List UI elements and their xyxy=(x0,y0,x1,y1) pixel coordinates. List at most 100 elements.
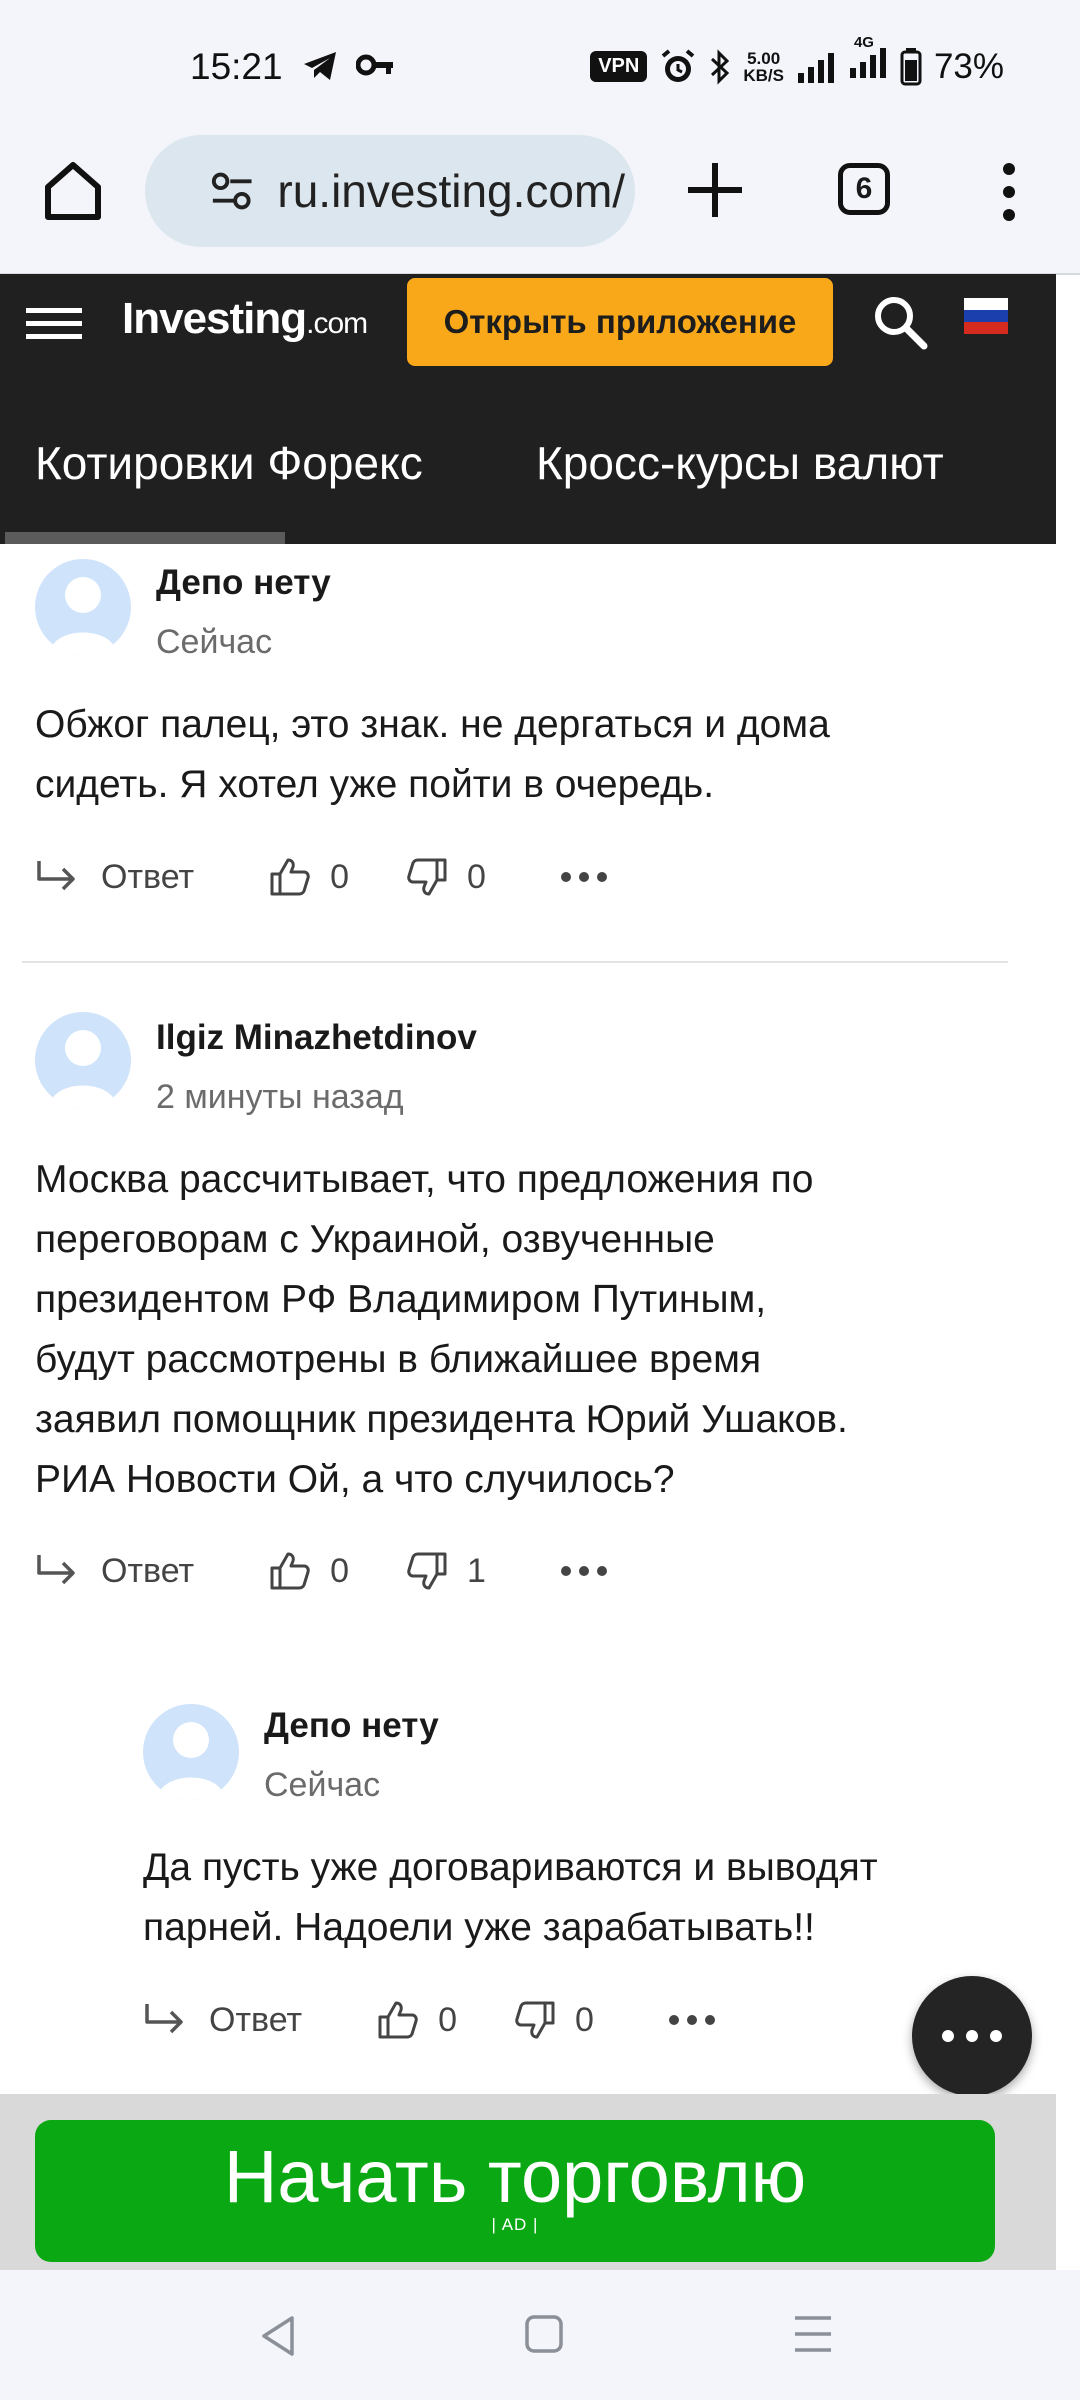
new-tab-icon[interactable] xyxy=(680,155,750,225)
more-options-icon[interactable] xyxy=(560,870,608,884)
like-count: 0 xyxy=(438,2000,457,2039)
url-text[interactable]: ru.investing.com/ xyxy=(277,164,635,218)
browser-toolbar: ru.investing.com/ 6 xyxy=(0,135,1080,275)
comment-actions: Ответ 0 0 xyxy=(143,1990,716,2050)
status-bar: 15:21 VPN 5.00 KB/S 4G 73% xyxy=(0,0,1080,135)
reply-button[interactable]: Ответ xyxy=(143,2000,302,2040)
home-square-icon[interactable] xyxy=(524,2314,564,2354)
comment-line: президентом РФ Владимиром Путиным, xyxy=(35,1278,767,1321)
key-icon xyxy=(356,54,393,76)
avatar[interactable] xyxy=(35,1012,131,1108)
cellular-4g: 4G xyxy=(848,34,888,87)
user-silhouette-icon xyxy=(49,577,117,655)
signal-icon xyxy=(797,52,834,83)
comment-divider xyxy=(22,961,1008,963)
comment-author[interactable]: Депо нету xyxy=(264,1706,439,1746)
battery-icon xyxy=(900,47,922,85)
tab-forex-quotes[interactable]: Котировки Форекс xyxy=(35,436,423,490)
status-left-icons xyxy=(302,50,394,82)
ad-tag: | AD | xyxy=(491,2215,539,2234)
more-horiz-icon xyxy=(942,2030,1002,2042)
comment-line: РИА Новости Ой, а что случилось? xyxy=(35,1458,675,1501)
speed-unit: KB/S xyxy=(743,65,784,85)
reply-button[interactable]: Ответ xyxy=(35,857,194,897)
dislike-button[interactable]: 0 xyxy=(405,856,486,898)
search-icon[interactable] xyxy=(872,294,928,350)
reply-arrow-icon xyxy=(37,861,75,891)
comment-line: сидеть. Я хотел уже пойти в очередь. xyxy=(35,763,715,806)
tab-cross-rates[interactable]: Кросс-курсы валют xyxy=(536,436,944,490)
ad-banner: Начать торговлю | AD | xyxy=(0,2094,1056,2270)
network-type: 4G xyxy=(853,34,874,51)
site-settings-icon[interactable] xyxy=(209,167,255,215)
investing-logo[interactable]: Investing.com xyxy=(122,294,368,344)
ad-start-trading-button[interactable]: Начать торговлю | AD | xyxy=(35,2120,995,2262)
dislike-button[interactable]: 1 xyxy=(405,1550,486,1592)
dislike-button[interactable]: 0 xyxy=(513,1999,594,2041)
avatar[interactable] xyxy=(35,559,131,655)
dislike-count: 1 xyxy=(466,1551,486,1590)
site-header: Investing.com Открыть приложение Котиров… xyxy=(0,274,1056,544)
network-speed: 5.00 KB/S xyxy=(743,50,784,84)
floating-more-button[interactable] xyxy=(912,1976,1032,2096)
reply-arrow-icon xyxy=(145,2004,183,2034)
reply-arrow-icon xyxy=(37,1555,75,1585)
dislike-count: 0 xyxy=(466,857,486,896)
comment-line: переговорам с Украиной, озвученные xyxy=(35,1218,715,1261)
comment-text: Москва рассчитывает, что предложения по … xyxy=(35,1150,1035,1510)
comment-line: парней. Надоели уже зарабатывать!! xyxy=(143,1906,815,1949)
address-bar[interactable]: ru.investing.com/ xyxy=(145,135,635,247)
telegram-icon xyxy=(304,52,336,80)
thumbs-up-icon xyxy=(378,2001,418,2039)
thumbs-down-icon xyxy=(407,1552,447,1590)
user-silhouette-icon xyxy=(157,1722,225,1800)
status-time: 15:21 xyxy=(190,46,283,87)
thumbs-down-icon xyxy=(515,2001,555,2039)
home-icon[interactable] xyxy=(40,157,106,223)
thumbs-up-icon xyxy=(270,858,310,896)
hamburger-menu-icon[interactable] xyxy=(26,304,82,344)
system-navigation-bar xyxy=(0,2270,1080,2400)
dislike-count: 0 xyxy=(574,2000,594,2039)
comment-author[interactable]: Депо нету xyxy=(156,563,331,603)
like-button[interactable]: 0 xyxy=(268,1550,349,1592)
comment-line: Да пусть уже договариваются и выводят xyxy=(143,1846,878,1889)
comment-text: Да пусть уже договариваются и выводят па… xyxy=(143,1838,1043,1958)
reply-button[interactable]: Ответ xyxy=(35,1551,194,1591)
alarm-icon xyxy=(662,48,695,82)
recents-menu-icon[interactable] xyxy=(792,2314,834,2354)
like-count: 0 xyxy=(330,1551,349,1590)
reply-comment: Депо нету Сейчас Да пусть уже договарива… xyxy=(0,1690,1056,2090)
avatar[interactable] xyxy=(143,1704,239,1800)
comment: Депо нету Сейчас Обжог палец, это знак. … xyxy=(0,545,1056,965)
comment-time: 2 минуты назад xyxy=(156,1078,404,1116)
status-right-icons: VPN 5.00 KB/S 4G 73% xyxy=(590,34,1004,87)
battery-percent: 73% xyxy=(933,46,1004,86)
tab-count: 6 xyxy=(855,172,873,205)
tab-switcher-button[interactable]: 6 xyxy=(838,163,890,215)
logo-main: Investing xyxy=(122,294,307,343)
comment-line: Москва рассчитывает, что предложения по xyxy=(35,1158,814,1201)
more-options-icon[interactable] xyxy=(668,2013,716,2027)
thumbs-up-icon xyxy=(270,1552,310,1590)
like-count: 0 xyxy=(330,857,349,896)
open-app-button[interactable]: Открыть приложение xyxy=(407,278,833,366)
comment-line: заявил помощник президента Юрий Ушаков. xyxy=(35,1398,848,1441)
back-icon[interactable] xyxy=(258,2314,298,2358)
comment-line: Обжог палец, это знак. не дергаться и до… xyxy=(35,703,830,746)
comment-line: будут рассмотрены в ближайшее время xyxy=(35,1338,762,1381)
comment-author[interactable]: Ilgiz Minazhetdinov xyxy=(156,1018,477,1058)
more-vert-icon[interactable] xyxy=(994,159,1024,225)
like-button[interactable]: 0 xyxy=(376,1999,457,2041)
russia-flag-icon[interactable] xyxy=(964,298,1008,334)
comment-time: Сейчас xyxy=(156,623,273,661)
thumbs-down-icon xyxy=(407,858,447,896)
more-options-icon[interactable] xyxy=(560,1564,608,1578)
like-button[interactable]: 0 xyxy=(268,856,349,898)
reply-label: Ответ xyxy=(209,2000,303,2039)
comment-time: Сейчас xyxy=(264,1766,381,1804)
comment-text: Обжог палец, это знак. не дергаться и до… xyxy=(35,695,1025,815)
bluetooth-icon xyxy=(711,48,730,85)
ad-label: Начать торговлю xyxy=(223,2135,807,2218)
nav-tabs: Котировки Форекс Кросс-курсы валют xyxy=(0,426,1056,544)
